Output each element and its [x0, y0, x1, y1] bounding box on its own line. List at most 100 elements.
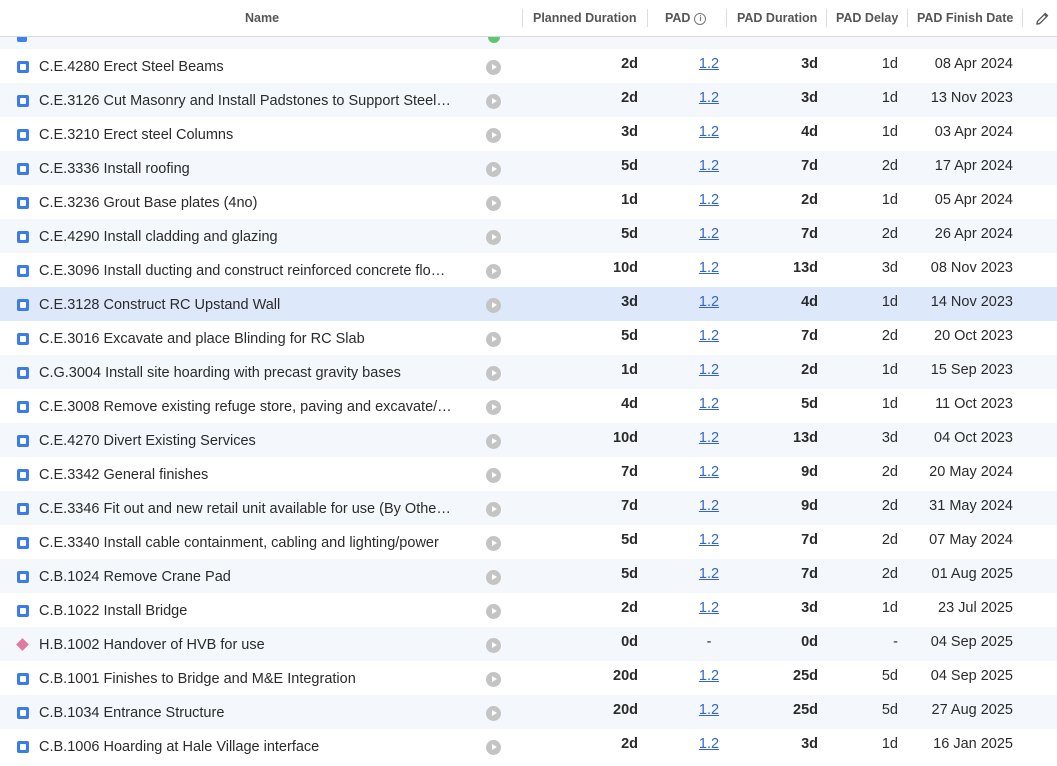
table-row[interactable]: C.E.3126 Cut Masonry and Install Padston…: [0, 83, 1057, 117]
pad-link[interactable]: 1.2: [699, 328, 719, 344]
pad-link[interactable]: 1.2: [699, 158, 719, 174]
table-row[interactable]: H.B.1002 Handover of HVB for use 0d - 0d…: [0, 627, 1057, 661]
play-icon[interactable]: [486, 400, 501, 415]
play-icon[interactable]: [486, 536, 501, 551]
table-row[interactable]: C.E.4270 Divert Existing Services 10d 1.…: [0, 423, 1057, 457]
play-icon[interactable]: [486, 162, 501, 177]
pad-link[interactable]: 1.2: [699, 192, 719, 208]
play-icon[interactable]: [486, 604, 501, 619]
activity-name[interactable]: C.B.1024 Remove Crane Pad: [39, 559, 479, 595]
column-divider[interactable]: [907, 9, 908, 27]
play-icon[interactable]: [486, 740, 501, 755]
pad-link[interactable]: 1.2: [699, 702, 719, 718]
play-icon[interactable]: [486, 434, 501, 449]
column-divider[interactable]: [1022, 9, 1023, 27]
pad-link[interactable]: 1.2: [699, 464, 719, 480]
activity-name[interactable]: C.B.1022 Install Bridge: [39, 593, 479, 629]
activity-name[interactable]: C.B.1006 Hoarding at Hale Village interf…: [39, 729, 479, 765]
activity-name[interactable]: C.E.3236 Grout Base plates (4no): [39, 185, 479, 221]
table-row[interactable]: C.B.1006 Hoarding at Hale Village interf…: [0, 729, 1057, 763]
pad-link[interactable]: 1.2: [699, 566, 719, 582]
column-header-planned-duration[interactable]: Planned Duration: [533, 0, 636, 37]
table-row[interactable]: C.E.3342 General finishes 7d 1.2 9d 2d 2…: [0, 457, 1057, 491]
table-row[interactable]: C.E.4290 Install cladding and glazing 5d…: [0, 219, 1057, 253]
activity-name[interactable]: C.E.3016 Excavate and place Blinding for…: [39, 321, 479, 357]
activity-name[interactable]: C.E.4290 Install cladding and glazing: [39, 219, 479, 255]
info-icon[interactable]: i: [694, 12, 707, 25]
table-row[interactable]: C.E.3346 Fit out and new retail unit ava…: [0, 491, 1057, 525]
play-icon[interactable]: [486, 366, 501, 381]
activity-name[interactable]: C.B.1034 Entrance Structure: [39, 695, 479, 731]
column-divider[interactable]: [826, 9, 827, 27]
activity-name[interactable]: C.E.3210 Erect steel Columns: [39, 117, 479, 153]
table-row[interactable]: C.E.3008 Remove existing refuge store, p…: [0, 389, 1057, 423]
pad-link[interactable]: 1.2: [699, 294, 719, 310]
pad-link[interactable]: 1.2: [699, 124, 719, 140]
column-header-name[interactable]: Name: [245, 0, 279, 37]
pad-delay: 5d: [881, 668, 898, 684]
activity-name[interactable]: C.E.3342 General finishes: [39, 457, 479, 493]
table-row[interactable]: C.B.1034 Entrance Structure 20d 1.2 25d …: [0, 695, 1057, 729]
play-icon[interactable]: [486, 332, 501, 347]
play-icon[interactable]: [486, 94, 501, 109]
pad-link[interactable]: 1.2: [699, 226, 719, 242]
activity-name[interactable]: C.E.4280 Erect Steel Beams: [39, 49, 479, 85]
column-header-pad[interactable]: PAD i: [665, 0, 707, 37]
pencil-icon[interactable]: [1035, 11, 1050, 26]
column-header-pad-finish-date[interactable]: PAD Finish Date: [917, 0, 1013, 37]
table-row[interactable]: C.B.1001 Finishes to Bridge and M&E Inte…: [0, 661, 1057, 695]
play-icon[interactable]: [486, 60, 501, 75]
pad-link[interactable]: 1.2: [699, 430, 719, 446]
play-icon[interactable]: [486, 298, 501, 313]
activity-name[interactable]: C.E.3126 Cut Masonry and Install Padston…: [39, 83, 479, 119]
pad-link[interactable]: 1.2: [699, 736, 719, 752]
play-icon[interactable]: [486, 264, 501, 279]
column-divider[interactable]: [726, 9, 727, 27]
table-row[interactable]: C.E.3340 Install cable containment, cabl…: [0, 525, 1057, 559]
play-icon[interactable]: [486, 468, 501, 483]
play-icon[interactable]: [486, 706, 501, 721]
table-row[interactable]: C.E.3128 Construct RC Upstand Wall 3d 1.…: [0, 287, 1057, 321]
table-row[interactable]: C.B.1024 Remove Crane Pad 5d 1.2 7d 2d 0…: [0, 559, 1057, 593]
play-icon[interactable]: [486, 128, 501, 143]
activity-name[interactable]: H.B.1002 Handover of HVB for use: [39, 627, 479, 663]
play-icon[interactable]: [486, 230, 501, 245]
table-row[interactable]: C.E.4280 Erect Steel Beams 2d 1.2 3d 1d …: [0, 49, 1057, 83]
activity-name[interactable]: C.E.3096 Install ducting and construct r…: [39, 253, 479, 289]
play-icon[interactable]: [486, 672, 501, 687]
table-row[interactable]: C.E.3096 Install ducting and construct r…: [0, 253, 1057, 287]
activity-name[interactable]: C.G.3004 Install site hoarding with prec…: [39, 355, 479, 391]
pad-link[interactable]: 1.2: [699, 498, 719, 514]
table-row[interactable]: C.E.3336 Install roofing 5d 1.2 7d 2d 17…: [0, 151, 1057, 185]
pad-link[interactable]: 1.2: [699, 90, 719, 106]
pad-link[interactable]: 1.2: [699, 56, 719, 72]
pad-link[interactable]: 1.2: [699, 600, 719, 616]
pad-link[interactable]: 1.2: [699, 260, 719, 276]
activity-name[interactable]: C.E.3346 Fit out and new retail unit ava…: [39, 491, 479, 527]
play-icon[interactable]: [486, 196, 501, 211]
pad-delay: 3d: [881, 260, 898, 276]
table-row[interactable]: C.B.1022 Install Bridge 2d 1.2 3d 1d 23 …: [0, 593, 1057, 627]
table-row-partial[interactable]: [0, 37, 1057, 49]
pad-link[interactable]: 1.2: [699, 396, 719, 412]
pad-link[interactable]: 1.2: [699, 532, 719, 548]
column-divider[interactable]: [647, 9, 648, 27]
activity-name[interactable]: C.E.4270 Divert Existing Services: [39, 423, 479, 459]
table-row[interactable]: C.G.3004 Install site hoarding with prec…: [0, 355, 1057, 389]
column-divider[interactable]: [522, 9, 523, 27]
activity-name[interactable]: C.E.3008 Remove existing refuge store, p…: [39, 389, 479, 425]
activity-name[interactable]: C.E.3340 Install cable containment, cabl…: [39, 525, 479, 561]
pad-link[interactable]: 1.2: [699, 362, 719, 378]
table-row[interactable]: C.E.3016 Excavate and place Blinding for…: [0, 321, 1057, 355]
activity-name[interactable]: C.B.1001 Finishes to Bridge and M&E Inte…: [39, 661, 479, 697]
play-icon[interactable]: [486, 638, 501, 653]
column-header-pad-duration[interactable]: PAD Duration: [737, 0, 817, 37]
play-icon[interactable]: [486, 502, 501, 517]
table-row[interactable]: C.E.3236 Grout Base plates (4no) 1d 1.2 …: [0, 185, 1057, 219]
activity-name[interactable]: C.E.3128 Construct RC Upstand Wall: [39, 287, 479, 323]
pad-link[interactable]: 1.2: [699, 668, 719, 684]
play-icon[interactable]: [486, 570, 501, 585]
table-row[interactable]: C.E.3210 Erect steel Columns 3d 1.2 4d 1…: [0, 117, 1057, 151]
activity-name[interactable]: C.E.3336 Install roofing: [39, 151, 479, 187]
column-header-pad-delay[interactable]: PAD Delay: [836, 0, 898, 37]
